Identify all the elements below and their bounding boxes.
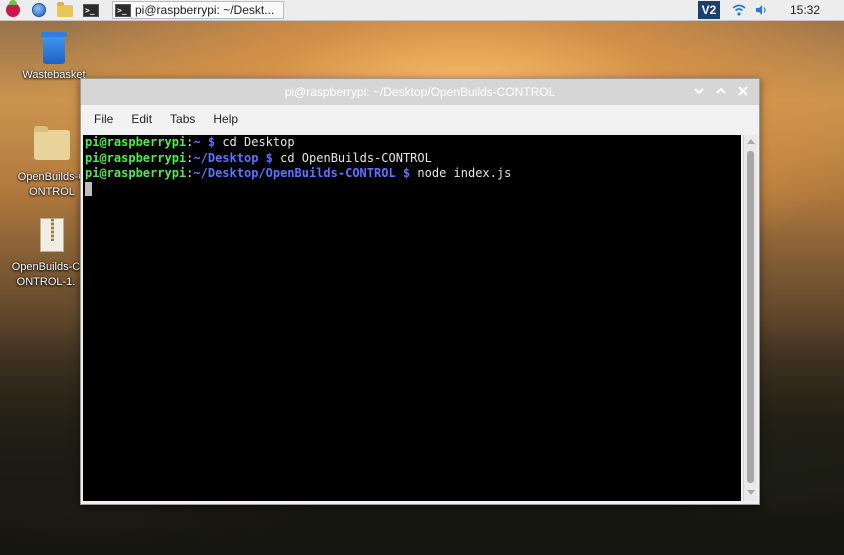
taskbar-item-label: pi@raspberrypi: ~/Deskt... [135,3,275,17]
chevron-down-icon [694,88,704,95]
system-tray: V2 15:32 [697,0,844,20]
terminal-window[interactable]: pi@raspberrypi: ~/Desktop/OpenBuilds-CON… [80,78,760,505]
terminal-cursor [85,182,92,196]
maximize-button[interactable] [713,83,729,99]
vnc-server-icon[interactable]: V2 [697,1,720,19]
terminal-line: pi@raspberrypi:~/Desktop/OpenBuilds-CONT… [85,166,512,180]
chevron-up-icon [716,87,726,94]
terminal-output[interactable]: pi@raspberrypi:~ $ cd Desktop pi@raspber… [83,135,741,501]
raspberry-icon [6,0,20,17]
top-panel: >_ >_ pi@raspberrypi: ~/Deskt... V2 15:3… [0,0,844,21]
taskbar-terminal-button[interactable]: >_ pi@raspberrypi: ~/Deskt... [112,1,284,19]
trash-icon [40,32,68,64]
scrollbar-thumb[interactable] [747,151,754,483]
menu-help[interactable]: Help [206,112,245,126]
menu-edit[interactable]: Edit [124,112,159,126]
desktop-icon-label: OpenBuilds-CONTROL [17,171,87,198]
file-manager-launcher[interactable] [52,0,78,20]
terminal-launcher[interactable]: >_ [78,0,104,20]
volume-icon[interactable] [754,3,768,17]
clock[interactable]: 15:32 [790,3,820,17]
zip-archive-icon [40,218,64,252]
close-icon [738,86,748,96]
web-browser-launcher[interactable] [26,0,52,20]
folder-icon [34,126,70,160]
desktop-icon-wastebasket[interactable]: Wastebasket [4,32,104,83]
minimize-button[interactable] [691,83,707,99]
wifi-icon[interactable] [732,3,746,17]
menu-bar: File Edit Tabs Help [81,105,759,133]
folder-icon [57,2,73,17]
desktop-icon-label: OpenBuilds-CONTROL-1. [11,261,81,288]
raspberry-menu-button[interactable] [0,0,26,20]
window-title: pi@raspberrypi: ~/Desktop/OpenBuilds-CON… [284,85,556,99]
terminal-cursor-line [85,182,741,198]
menu-tabs[interactable]: Tabs [163,112,202,126]
terminal-line: pi@raspberrypi:~/Desktop $ cd OpenBuilds… [85,150,432,165]
menu-file[interactable]: File [87,112,120,126]
window-titlebar[interactable]: pi@raspberrypi: ~/Desktop/OpenBuilds-CON… [81,79,759,105]
close-button[interactable] [735,83,751,99]
vertical-scrollbar[interactable] [743,135,757,501]
terminal-icon: >_ [83,3,99,17]
globe-icon [32,3,46,17]
scroll-down-icon[interactable] [747,490,755,495]
terminal-icon: >_ [115,3,131,17]
terminal-line: pi@raspberrypi:~ $ cd Desktop [85,135,295,149]
scroll-up-icon[interactable] [746,139,755,144]
